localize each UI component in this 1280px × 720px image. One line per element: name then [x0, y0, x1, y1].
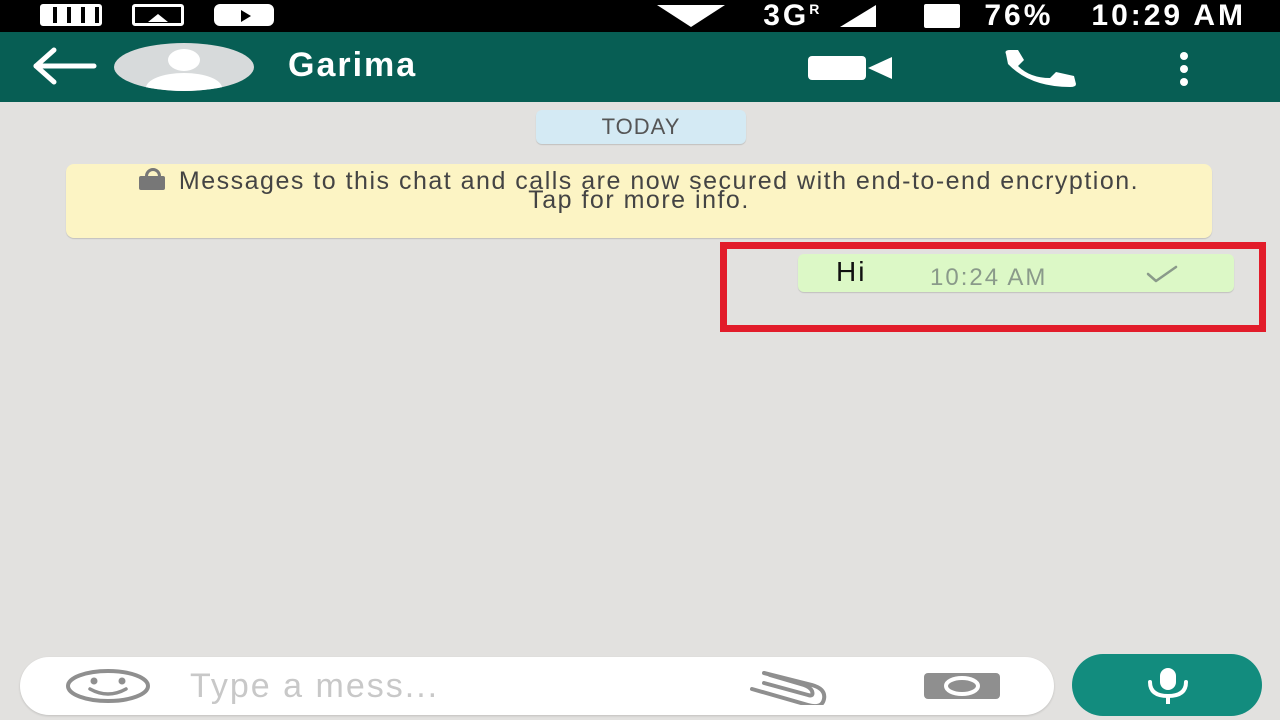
- status-bar: 3GR 76% 10:29 AM: [0, 0, 1280, 32]
- status-indicators: 3GR 76% 10:29 AM: [657, 0, 1246, 32]
- avatar-body: [146, 73, 222, 91]
- outgoing-message[interactable]: Hi 10:24 AM: [798, 254, 1234, 292]
- encryption-notice-text: Messages to this chat and calls are now …: [178, 167, 1140, 214]
- emoji-icon: [66, 669, 150, 703]
- avatar[interactable]: [114, 43, 254, 91]
- message-time: 10:24 AM: [930, 264, 1048, 291]
- attach-icon: [750, 671, 827, 709]
- message-input[interactable]: [190, 663, 710, 709]
- video-call-icon: [808, 56, 892, 80]
- voice-message-button[interactable]: [1072, 654, 1262, 716]
- message-text: Hi: [836, 256, 867, 287]
- back-button[interactable]: [28, 46, 100, 86]
- camera-button[interactable]: [922, 671, 1002, 701]
- youtube-icon: [214, 4, 274, 26]
- mic-icon: [1148, 668, 1188, 704]
- single-tick-icon: [1146, 265, 1178, 283]
- contact-name[interactable]: Garima: [288, 46, 417, 85]
- signal-icon: [840, 5, 877, 27]
- more-options-button[interactable]: [1166, 50, 1202, 88]
- video-call-button[interactable]: [806, 54, 896, 82]
- lock-icon: [138, 168, 165, 190]
- date-divider: TODAY: [536, 110, 746, 144]
- battery-icon: [924, 4, 961, 28]
- camera-icon: [924, 673, 1000, 699]
- voice-call-button[interactable]: [1000, 48, 1080, 88]
- emoji-button[interactable]: [64, 669, 152, 703]
- encryption-notice[interactable]: Messages to this chat and calls are now …: [66, 164, 1212, 238]
- wifi-icon: [657, 5, 726, 27]
- notification-icon: [40, 4, 102, 26]
- back-arrow-icon: [33, 47, 97, 85]
- message-composer: [20, 657, 1054, 715]
- more-vert-icon: [1180, 52, 1188, 86]
- phone-icon: [1005, 50, 1076, 87]
- attach-button[interactable]: [742, 669, 830, 709]
- network-type: 3GR: [763, 0, 823, 32]
- chat-header: Garima: [0, 32, 1280, 102]
- image-icon: [132, 4, 184, 26]
- status-time: 10:29 AM: [1091, 0, 1246, 32]
- avatar-head: [168, 49, 200, 71]
- status-notifications: [40, 4, 274, 26]
- battery-percent: 76%: [984, 0, 1054, 32]
